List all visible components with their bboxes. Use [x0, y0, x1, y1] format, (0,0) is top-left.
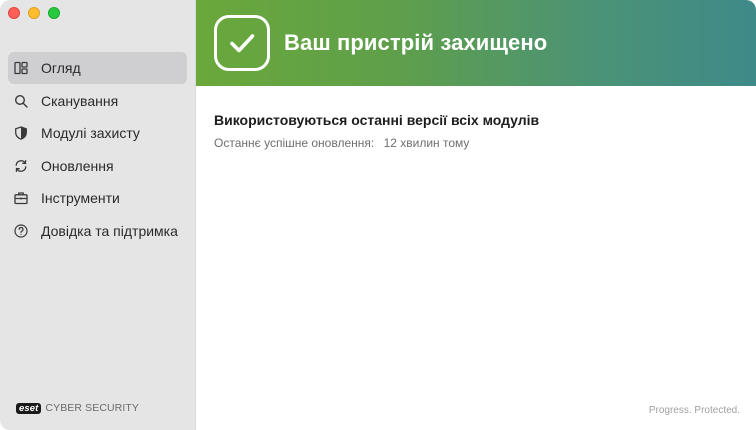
sidebar-item-label: Сканування [41, 92, 119, 109]
product-name: CYBER SECURITY [45, 402, 140, 414]
sidebar-item-overview[interactable]: Огляд [8, 52, 187, 84]
sidebar-item-update[interactable]: Оновлення [8, 150, 187, 182]
main-panel: Ваш пристрій захищено Використовуються о… [196, 0, 756, 430]
banner-title: Ваш пристрій захищено [284, 30, 548, 55]
dashboard-icon [14, 61, 28, 75]
slogan: Progress. Protected. [648, 405, 740, 416]
sidebar-item-protection-modules[interactable]: Модулі захисту [8, 117, 187, 149]
sidebar-item-label: Інструменти [41, 190, 120, 206]
maximize-window-button[interactable] [48, 7, 60, 19]
refresh-icon [14, 159, 28, 173]
sidebar: Огляд Сканування Модулі захисту Оновленн… [0, 0, 196, 430]
sidebar-item-label: Огляд [41, 60, 81, 76]
briefcase-icon [14, 191, 28, 205]
protection-status-banner: Ваш пристрій захищено [196, 0, 756, 86]
help-icon [14, 223, 28, 238]
eset-logo: eset [16, 402, 42, 414]
search-icon [14, 94, 28, 108]
close-window-button[interactable] [8, 7, 20, 19]
app-window: Огляд Сканування Модулі захисту Оновленн… [0, 0, 756, 430]
minimize-window-button[interactable] [28, 7, 40, 19]
sidebar-item-help-support[interactable]: Довідка та підтримка [8, 215, 187, 247]
last-update-label: Останнє успішне оновлення: [214, 136, 375, 150]
checkmark-icon [214, 15, 270, 71]
last-update-info: Останнє успішне оновлення: 12 хвилин том… [214, 136, 738, 150]
shield-icon [14, 126, 28, 140]
sidebar-item-scan[interactable]: Сканування [8, 85, 187, 117]
modules-status-title: Використовуються останні версії всіх мод… [214, 112, 540, 128]
last-update-value: 12 хвилин тому [383, 136, 470, 150]
sidebar-item-label: Модулі захисту [41, 125, 140, 141]
sidebar-item-tools[interactable]: Інструменти [8, 182, 187, 214]
sidebar-item-label: Довідка та підтримка [41, 222, 178, 239]
product-brand: eset CYBER SECURITY [16, 402, 139, 414]
update-status-section: Використовуються останні версії всіх мод… [196, 86, 756, 176]
sidebar-nav: Огляд Сканування Модулі захисту Оновленн… [8, 52, 187, 247]
sidebar-item-label: Оновлення [41, 157, 114, 174]
window-controls [8, 7, 60, 19]
